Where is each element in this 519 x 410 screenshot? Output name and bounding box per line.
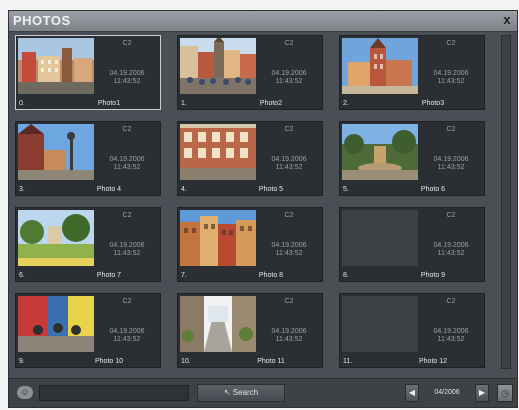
photo-name: Photo 10 [94, 358, 124, 365]
close-button[interactable]: x [500, 12, 514, 28]
photo-name: Photo 9 [420, 272, 446, 279]
search-button[interactable]: ↖ Search [197, 384, 285, 402]
window-title: PHOTOS [13, 13, 71, 28]
search-button-label: Search [232, 388, 259, 397]
photo-index: 7. [181, 272, 187, 279]
storage-slot: C2 [284, 298, 294, 305]
photo-index: 11. [343, 358, 353, 365]
vertical-scrollbar[interactable] [501, 35, 511, 369]
photo-thumbnail [18, 296, 94, 352]
photo-name: Photo 12 [418, 358, 448, 365]
photo-tile[interactable]: C2 04.19.2006 11:43:52 0. Photo1 [15, 35, 161, 110]
photo-thumbnail [180, 210, 256, 266]
photo-index: 1. [181, 100, 187, 107]
photo-name: Photo 6 [420, 186, 446, 193]
photo-thumbnail [342, 38, 418, 94]
photo-timestamp: 04.19.2006 11:43:52 [271, 328, 307, 343]
previous-button[interactable]: ◀ [405, 384, 419, 402]
photo-grid: C2 04.19.2006 11:43:52 0. Photo1 C2 04.1… [15, 35, 495, 369]
photo-tile[interactable]: C2 04.19.2006 11:43:52 8. Photo 9 [339, 207, 485, 282]
photo-timestamp: 04.19.2006 11:43:52 [433, 70, 469, 85]
photo-timestamp: 04.19.2006 11:43:52 [271, 156, 307, 171]
photo-name: Photo 8 [258, 272, 284, 279]
photo-tile[interactable]: C2 04.19.2006 11:43:52 1. Photo2 [177, 35, 323, 110]
storage-slot: C2 [122, 212, 132, 219]
photo-index: 4. [181, 186, 187, 193]
storage-slot: C2 [446, 40, 456, 47]
photo-index: 2. [343, 100, 349, 107]
storage-slot: C2 [446, 126, 456, 133]
photo-thumbnail [342, 124, 418, 180]
photo-tile[interactable]: C2 04.19.2006 11:43:52 4. Photo 5 [177, 121, 323, 196]
photo-index: 8. [343, 272, 349, 279]
clock-button[interactable]: ◷ [497, 384, 513, 402]
photo-thumbnail-empty [342, 210, 418, 266]
photo-tile[interactable]: C2 04.19.2006 11:43:52 2. Photo3 [339, 35, 485, 110]
photo-timestamp: 04.19.2006 11:43:52 [109, 70, 145, 85]
photo-tile[interactable]: C2 04.19.2006 11:43:52 11. Photo 12 [339, 293, 485, 368]
photo-tile[interactable]: C2 04.19.2006 11:43:52 10. Photo 11 [177, 293, 323, 368]
photo-tile[interactable]: C2 04.19.2006 11:43:52 9. Photo 10 [15, 293, 161, 368]
photo-thumbnail [180, 38, 256, 94]
photo-thumbnail-empty [342, 296, 418, 352]
photo-index: 0. [19, 100, 25, 107]
storage-slot: C2 [284, 212, 294, 219]
photo-timestamp: 04.19.2006 11:43:52 [271, 242, 307, 257]
photo-index: 6. [19, 272, 25, 279]
photo-tile[interactable]: C2 04.19.2006 11:43:52 3. Photo 4 [15, 121, 161, 196]
title-bar: PHOTOS x [9, 11, 517, 32]
photo-thumbnail [18, 124, 94, 180]
photo-index: 10. [181, 358, 191, 365]
photo-index: 9. [19, 358, 25, 365]
photos-window: PHOTOS x C2 04.19.2006 11:43:52 0. Photo… [8, 10, 518, 408]
photo-name: Photo 4 [96, 186, 122, 193]
next-button[interactable]: ▶ [475, 384, 489, 402]
photo-tile[interactable]: C2 04.19.2006 11:43:52 5. Photo 6 [339, 121, 485, 196]
storage-slot: C2 [122, 126, 132, 133]
arrow-left-icon: ◀ [408, 388, 416, 397]
photo-tile[interactable]: C2 04.19.2006 11:43:52 6. Photo 7 [15, 207, 161, 282]
bottom-toolbar: ☺ ↖ Search ◀ 04/2006 ▶ ◷ [9, 378, 517, 407]
photo-index: 5. [343, 186, 349, 193]
date-display: 04/2006 [434, 389, 460, 396]
storage-slot: C2 [446, 212, 456, 219]
storage-slot: C2 [122, 40, 132, 47]
photo-timestamp: 04.19.2006 11:43:52 [433, 156, 469, 171]
storage-slot: C2 [122, 298, 132, 305]
photo-timestamp: 04.19.2006 11:43:52 [433, 328, 469, 343]
photo-thumbnail [18, 210, 94, 266]
photo-timestamp: 04.19.2006 11:43:52 [109, 242, 145, 257]
storage-slot: C2 [284, 126, 294, 133]
photo-index: 3. [19, 186, 25, 193]
photo-tile[interactable]: C2 04.19.2006 11:43:52 7. Photo 8 [177, 207, 323, 282]
photo-name: Photo3 [421, 100, 445, 107]
photo-name: Photo 5 [258, 186, 284, 193]
photo-name: Photo2 [259, 100, 283, 107]
storage-slot: C2 [284, 40, 294, 47]
storage-slot: C2 [446, 298, 456, 305]
photo-name: Photo1 [97, 100, 121, 107]
search-input[interactable] [39, 385, 189, 401]
photo-timestamp: 04.19.2006 11:43:52 [433, 242, 469, 257]
photo-thumbnail [180, 124, 256, 180]
photo-timestamp: 04.19.2006 11:43:52 [271, 70, 307, 85]
photo-thumbnail [180, 296, 256, 352]
smiley-icon[interactable]: ☺ [17, 386, 33, 399]
photo-name: Photo 7 [96, 272, 122, 279]
arrow-right-icon: ▶ [478, 388, 486, 397]
photo-name: Photo 11 [257, 358, 285, 365]
clock-icon: ◷ [501, 388, 509, 398]
cursor-icon: ↖ [223, 388, 231, 397]
photo-timestamp: 04.19.2006 11:43:52 [109, 156, 145, 171]
photo-thumbnail [18, 38, 94, 94]
photo-timestamp: 04.19.2006 11:43:52 [109, 328, 145, 343]
